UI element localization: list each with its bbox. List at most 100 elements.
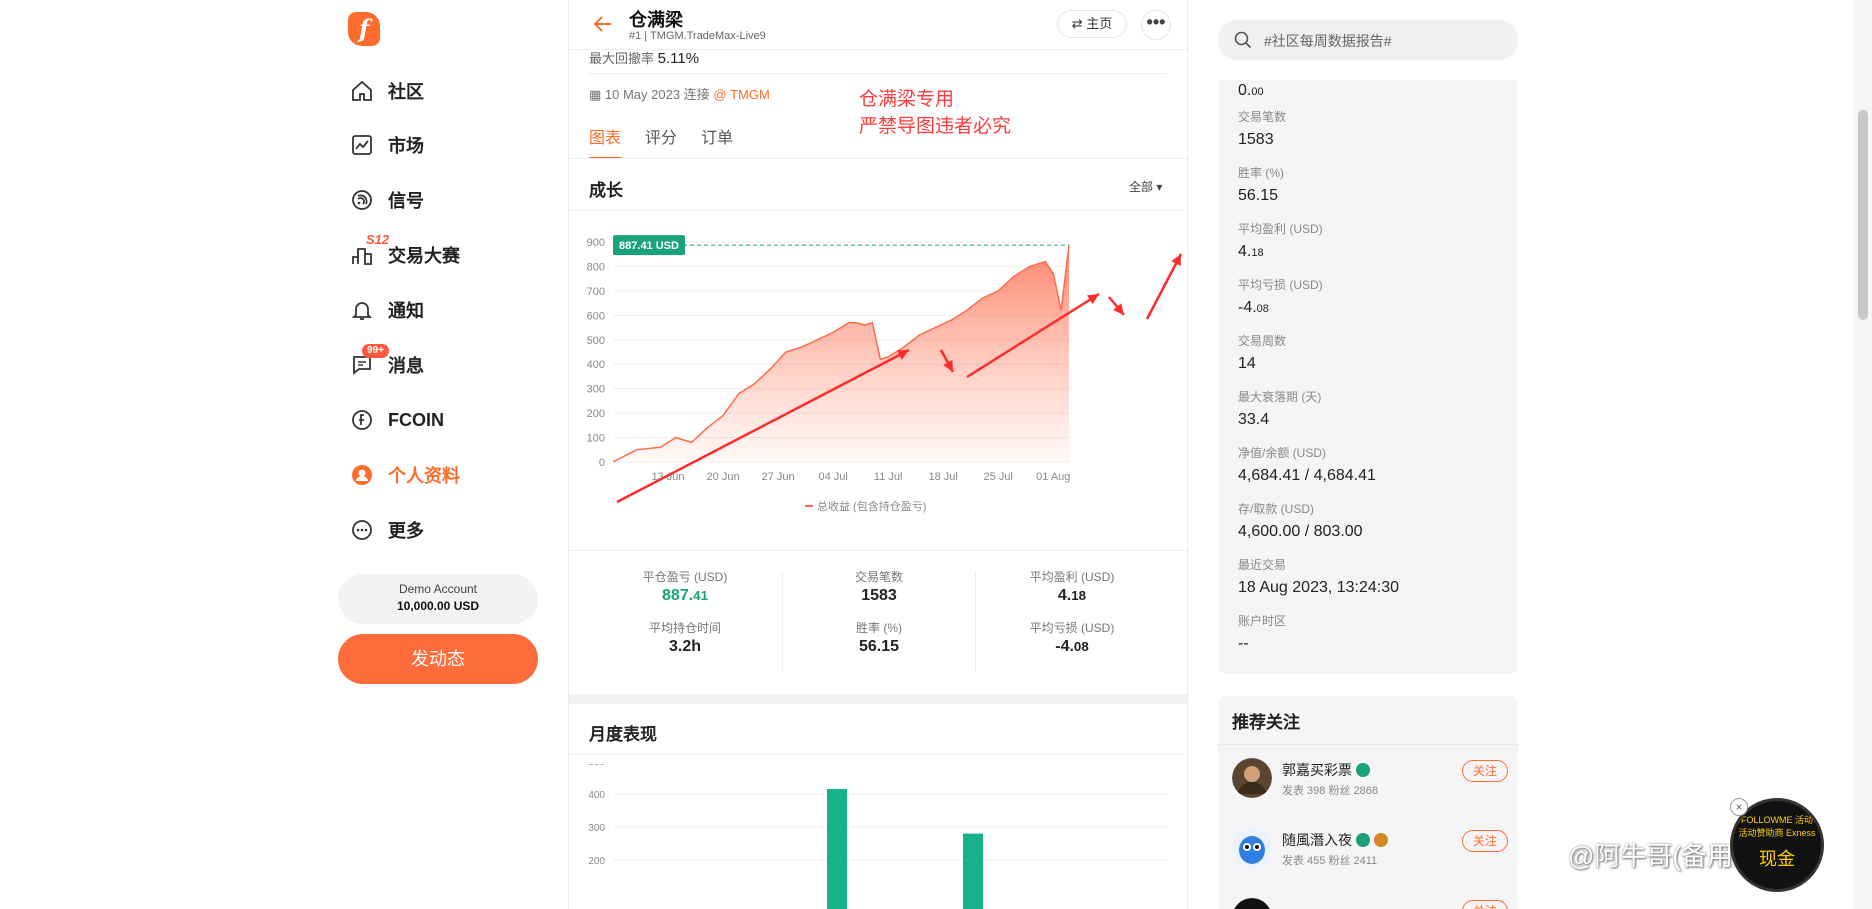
bar — [963, 833, 983, 909]
stat-value-decimal: 08 — [1073, 639, 1089, 654]
demo-account-card[interactable]: Demo Account 10,000.00 USD — [338, 574, 538, 624]
nav-signal[interactable]: 信号 — [350, 183, 424, 217]
nav-market[interactable]: 市场 — [350, 128, 424, 162]
tab-chart[interactable]: 图表 — [589, 124, 622, 159]
more-icon — [352, 520, 372, 540]
author-watermark: 仓满梁专用 严禁导图违者必究 — [859, 86, 1011, 140]
broker-tag[interactable]: @ TMGM — [713, 87, 770, 102]
recommended-user[interactable]: 随風潛入夜 发表 455 粉丝 2411 关注 — [1232, 820, 1508, 876]
side-stat-value: 56.15 — [1238, 187, 1279, 204]
x-tick-label: 11 Jul — [874, 471, 903, 483]
tab-score[interactable]: 评分 — [645, 124, 677, 159]
recommend-title: 推荐关注 — [1232, 713, 1300, 732]
scrollbar[interactable] — [1854, 0, 1872, 909]
y-tick-label: 300 — [588, 823, 605, 834]
nav-more[interactable]: 更多 — [350, 513, 424, 547]
y-tick-label: 100 — [587, 433, 605, 445]
connected-date: 10 May 2023 连接 — [604, 87, 710, 102]
bar — [827, 789, 847, 909]
tab-orders[interactable]: 订单 — [701, 124, 733, 159]
side-stat-key: 存/取款 (USD) — [1238, 502, 1314, 516]
nav-label: 消息 — [388, 356, 424, 376]
stat-value: 3.2h — [668, 638, 701, 655]
x-tick-label: 25 Jul — [984, 471, 1013, 483]
home-icon — [352, 80, 372, 101]
post-button[interactable]: 发动态 — [338, 634, 538, 684]
y-tick-label: 800 — [587, 261, 605, 273]
side-stat-main: -4. — [1238, 299, 1257, 316]
y-tick-label: 400 — [588, 790, 605, 801]
signal-icon — [352, 190, 372, 210]
home-button[interactable]: ⇄ 主页 — [1057, 10, 1127, 38]
y-tick-label: 200 — [587, 408, 605, 420]
user-name[interactable]: 郭嘉买彩票 — [1282, 760, 1370, 780]
stat-value-main: 887. — [662, 587, 694, 604]
nav-notification[interactable]: 通知 — [350, 293, 424, 327]
max-drawdown-label: 最大回撤率 — [589, 51, 655, 66]
side-stat-value: 14 — [1238, 355, 1256, 372]
avatar[interactable] — [1232, 758, 1272, 798]
section-divider — [569, 694, 1187, 704]
stat-value: -4.08 — [976, 638, 1168, 656]
y-tick-label: 500 — [587, 335, 605, 347]
side-stat-key: 平均亏损 (USD) — [1238, 278, 1323, 292]
stat-value: 1583 — [861, 587, 897, 604]
promo-line: 现金 — [1759, 849, 1795, 869]
side-stat-key: 净值/余额 (USD) — [1238, 446, 1326, 460]
watermark-line: 严禁导图违者必究 — [859, 116, 1012, 137]
account-server: TMGM.TradeMax-Live9 — [650, 30, 766, 42]
side-stat-key: 平均盈利 (USD) — [1238, 222, 1323, 236]
stat-column: 交易笔数 1583 胜率 (%) 56.15 — [783, 568, 975, 670]
side-stat: 平均亏损 (USD) -4.08 — [1238, 276, 1323, 317]
side-stat-value: 4,684.41 / 4,684.41 — [1238, 467, 1376, 484]
stat-label: 平均盈利 (USD) — [1029, 570, 1115, 584]
follow-button[interactable]: 关注 — [1462, 760, 1508, 782]
nav-label: 信号 — [388, 191, 424, 211]
range-select[interactable]: 全部 ▾ — [1129, 178, 1162, 195]
side-stat-decimal: 08 — [1256, 303, 1269, 315]
account-rank: #1 — [629, 30, 642, 42]
verified-icon — [1356, 763, 1370, 777]
side-stat-key: 交易周数 — [1238, 334, 1287, 348]
stat-label: 平仓盈亏 (USD) — [642, 570, 728, 584]
side-stat-value: -- — [1238, 635, 1249, 652]
recommended-user[interactable]: 关注 — [1232, 890, 1508, 909]
nav-label: 交易大赛 — [388, 246, 460, 266]
nav-profile[interactable]: 个人资料 — [350, 458, 460, 492]
back-arrow-icon[interactable] — [593, 14, 613, 34]
user-name[interactable]: 随風潛入夜 — [1282, 830, 1388, 850]
follow-button[interactable]: 关注 — [1462, 830, 1508, 852]
connection-info: ▦ 10 May 2023 连接 @ TMGM — [589, 84, 770, 103]
avatar[interactable] — [1232, 898, 1272, 909]
recommended-user[interactable]: 郭嘉买彩票 发表 398 粉丝 2868 关注 — [1232, 750, 1508, 806]
user-meta: 发表 398 粉丝 2868 — [1282, 785, 1378, 797]
promo-line: 活动赞助商 Exness — [1738, 828, 1816, 838]
nav-fcoin[interactable]: FCOIN — [350, 403, 444, 437]
nav-label: FCOIN — [388, 409, 444, 430]
avatar[interactable] — [1232, 828, 1272, 868]
side-stat-value: 1583 — [1238, 131, 1274, 148]
more-options-button[interactable]: ••• — [1141, 10, 1171, 40]
growth-chart: 900800700600500400300200100013 Jun 20 Jun… — [587, 235, 1183, 513]
side-stat: 0.00 — [1238, 76, 1264, 100]
side-stat-value: 33.4 — [1238, 411, 1270, 428]
search-bar[interactable]: #社区每周数据报告# — [1218, 20, 1518, 60]
scrollbar-thumb[interactable] — [1858, 110, 1868, 320]
side-stat: 存/取款 (USD) 4,600.00 / 803.00 — [1238, 500, 1363, 541]
search-icon — [1234, 31, 1252, 49]
chart-icon — [352, 135, 372, 155]
contest-season-badge: S12 — [366, 232, 390, 247]
close-icon[interactable]: × — [1730, 798, 1748, 816]
stat-value-main: -4. — [1055, 638, 1074, 655]
stat-value: 56.15 — [858, 638, 900, 655]
app-logo[interactable]: f — [348, 12, 380, 46]
nav-community[interactable]: 社区 — [350, 74, 424, 108]
nav-label: 个人资料 — [388, 466, 460, 486]
y-tick-label: 400 — [587, 359, 605, 371]
stat-value: 887.41 — [589, 587, 781, 605]
y-tick-label: 600 — [587, 310, 605, 322]
x-tick-label: 18 Jul — [929, 471, 958, 483]
follow-button[interactable]: 关注 — [1462, 900, 1508, 909]
side-stat: 净值/余额 (USD) 4,684.41 / 4,684.41 — [1238, 444, 1376, 485]
nav-label: 更多 — [388, 521, 424, 541]
